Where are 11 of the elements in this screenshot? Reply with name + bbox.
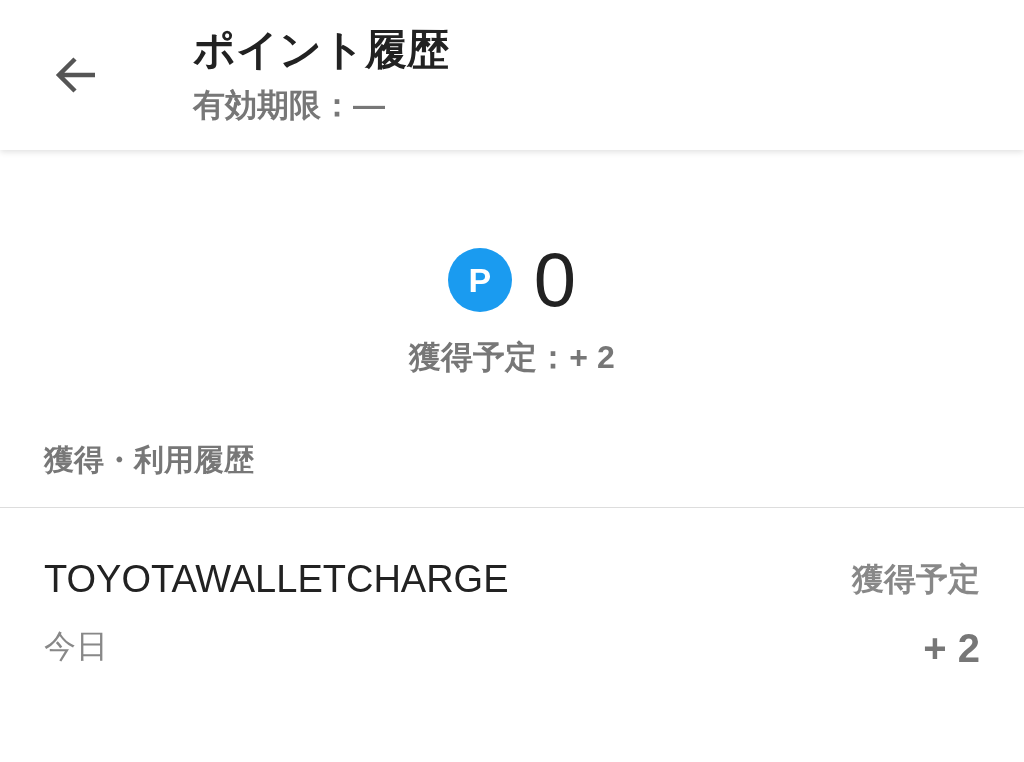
expiry-text: 有効期限：— (193, 86, 386, 125)
pending-points: 獲得予定：+ 2 (409, 338, 615, 377)
history-name: TOYOTAWALLETCHARGE (44, 558, 509, 601)
section-heading: 獲得・利用履歴 (0, 418, 1024, 508)
point-balance: 0 (533, 242, 577, 318)
point-icon: P (447, 248, 512, 312)
history-amount: + 2 (923, 626, 980, 671)
history-status: 獲得予定 (852, 560, 980, 599)
history-date: 今日 (44, 627, 108, 666)
page-title: ポイント履歴 (193, 25, 449, 75)
back-icon (53, 55, 97, 95)
